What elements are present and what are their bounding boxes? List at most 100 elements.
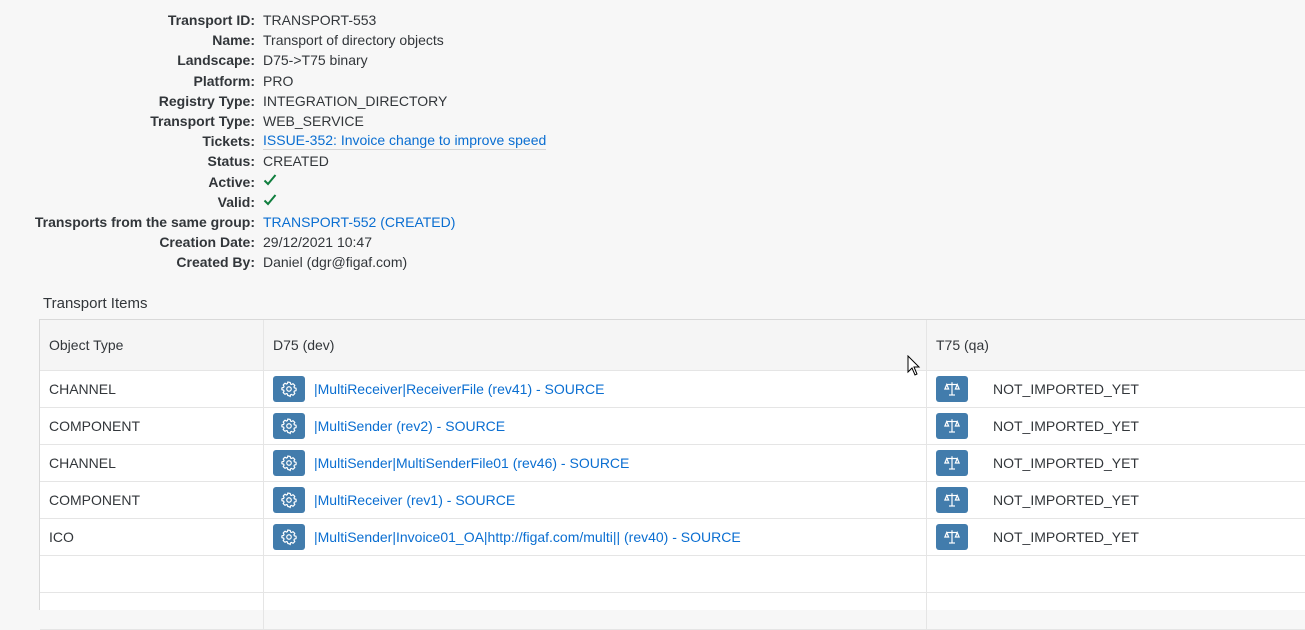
gear-icon[interactable]	[273, 524, 305, 550]
column-header-source[interactable]: D75 (dev)	[264, 320, 927, 370]
detail-value: TRANSPORT-553	[263, 12, 377, 29]
detail-value: INTEGRATION_DIRECTORY	[263, 92, 448, 109]
detail-label: Name:	[212, 32, 255, 49]
detail-row: Active:	[0, 172, 700, 192]
detail-row: Valid:	[0, 192, 700, 212]
target-cell: NOT_IMPORTED_YET	[927, 482, 1305, 518]
detail-row: Landscape: D75->T75 binary	[0, 50, 700, 70]
group-transport-link[interactable]: TRANSPORT-552 (CREATED)	[263, 214, 455, 230]
object-type: ICO	[49, 529, 74, 545]
detail-label: Transport Type:	[150, 113, 255, 130]
detail-row: Transport Type: WEB_SERVICE	[0, 111, 700, 131]
source-cell: |MultiReceiver|ReceiverFile (rev41) - SO…	[264, 371, 927, 407]
detail-label: Platform:	[193, 72, 255, 89]
detail-value: CREATED	[263, 153, 329, 170]
empty-cell	[264, 556, 927, 592]
detail-label: Landscape:	[177, 52, 255, 69]
detail-row: Creation Date: 29/12/2021 10:47	[0, 232, 700, 252]
source-cell: |MultiSender (rev2) - SOURCE	[264, 408, 927, 444]
mouse-cursor-icon	[907, 355, 921, 376]
checkmark-icon	[263, 173, 277, 190]
source-object-link[interactable]: |MultiReceiver (rev1) - SOURCE	[314, 492, 515, 508]
detail-label: Valid:	[217, 193, 255, 210]
table-header: Object Type D75 (dev) T75 (qa)	[40, 320, 1305, 371]
detail-row: Tickets: ISSUE-352: Invoice change to imp…	[0, 131, 700, 151]
target-status: NOT_IMPORTED_YET	[993, 529, 1139, 545]
detail-row: Created By: Daniel (dgr@figaf.com)	[0, 252, 700, 272]
object-type-cell: CHANNEL	[40, 371, 264, 407]
table-row: CHANNEL |MultiSender|MultiSenderFile01 (r…	[40, 445, 1305, 482]
detail-label: Registry Type:	[158, 92, 255, 109]
target-cell: NOT_IMPORTED_YET	[927, 408, 1305, 444]
source-object-link[interactable]: |MultiSender|MultiSenderFile01 (rev46) -…	[314, 455, 629, 471]
object-type-cell: COMPONENT	[40, 482, 264, 518]
detail-row: Transports from the same group: TRANSPORT…	[0, 212, 700, 232]
column-header-target[interactable]: T75 (qa)	[927, 320, 1305, 370]
detail-value: WEB_SERVICE	[263, 113, 364, 130]
transport-items-table: Object Type D75 (dev) T75 (qa) CHANNEL |M…	[39, 319, 1305, 630]
detail-label: Status:	[207, 153, 255, 170]
transport-details: Transport ID: TRANSPORT-553 Name: Transport…	[0, 10, 700, 272]
detail-row: Transport ID: TRANSPORT-553	[0, 10, 700, 30]
source-object-link[interactable]: |MultiReceiver|ReceiverFile (rev41) - SO…	[314, 381, 604, 397]
detail-label: Transport ID:	[167, 12, 255, 29]
detail-label: Active:	[208, 173, 255, 190]
balance-scale-icon[interactable]	[936, 487, 968, 513]
gear-icon[interactable]	[273, 487, 305, 513]
balance-scale-icon[interactable]	[936, 376, 968, 402]
column-header-object-type[interactable]: Object Type	[40, 320, 264, 370]
empty-table-row	[40, 556, 1305, 593]
object-type: CHANNEL	[49, 455, 116, 471]
detail-value: PRO	[263, 72, 294, 89]
source-cell: |MultiReceiver (rev1) - SOURCE	[264, 482, 927, 518]
table-row: COMPONENT |MultiReceiver (rev1) - SOURCE N…	[40, 482, 1305, 519]
source-cell: |MultiSender|Invoice01_OA|http://figaf.c…	[264, 519, 927, 555]
detail-value: 29/12/2021 10:47	[263, 234, 372, 251]
gear-icon[interactable]	[273, 413, 305, 439]
detail-row: Platform: PRO	[0, 71, 700, 91]
empty-cell	[927, 556, 1305, 592]
balance-scale-icon[interactable]	[936, 450, 968, 476]
empty-cell	[927, 593, 1305, 629]
detail-value: Daniel (dgr@figaf.com)	[263, 254, 408, 271]
detail-row: Name: Transport of directory objects	[0, 30, 700, 50]
target-status: NOT_IMPORTED_YET	[993, 418, 1139, 434]
source-object-link[interactable]: |MultiSender|Invoice01_OA|http://figaf.c…	[314, 529, 741, 545]
table-row: ICO |MultiSender|Invoice01_OA|http://figa…	[40, 519, 1305, 556]
object-type: CHANNEL	[49, 381, 116, 397]
empty-table-row	[40, 593, 1305, 630]
table-row: CHANNEL |MultiReceiver|ReceiverFile (rev4…	[40, 371, 1305, 408]
source-object-link[interactable]: |MultiSender (rev2) - SOURCE	[314, 418, 505, 434]
gear-icon[interactable]	[273, 450, 305, 476]
detail-row: Status: CREATED	[0, 151, 700, 171]
object-type: COMPONENT	[49, 492, 140, 508]
object-type-cell: COMPONENT	[40, 408, 264, 444]
balance-scale-icon[interactable]	[936, 524, 968, 550]
target-cell: NOT_IMPORTED_YET	[927, 445, 1305, 481]
empty-cell	[40, 593, 264, 629]
empty-cell	[264, 593, 927, 629]
detail-label: Transports from the same group:	[34, 213, 255, 230]
target-status: NOT_IMPORTED_YET	[993, 455, 1139, 471]
checkmark-icon	[263, 193, 277, 210]
detail-value: Transport of directory objects	[263, 32, 444, 49]
target-cell: NOT_IMPORTED_YET	[927, 519, 1305, 555]
balance-scale-icon[interactable]	[936, 413, 968, 439]
detail-label: Creation Date:	[159, 234, 255, 251]
detail-row: Registry Type: INTEGRATION_DIRECTORY	[0, 91, 700, 111]
object-type-cell: ICO	[40, 519, 264, 555]
object-type-cell: CHANNEL	[40, 445, 264, 481]
empty-cell	[40, 556, 264, 592]
detail-value: D75->T75 binary	[263, 52, 368, 69]
table-body: CHANNEL |MultiReceiver|ReceiverFile (rev4…	[40, 371, 1305, 630]
gear-icon[interactable]	[273, 376, 305, 402]
object-type: COMPONENT	[49, 418, 140, 434]
transport-items-title: Transport Items	[43, 295, 148, 312]
detail-label: Tickets:	[202, 133, 255, 150]
target-cell: NOT_IMPORTED_YET	[927, 371, 1305, 407]
detail-label: Created By:	[176, 254, 255, 271]
source-cell: |MultiSender|MultiSenderFile01 (rev46) -…	[264, 445, 927, 481]
ticket-link[interactable]: ISSUE-352: Invoice change to improve spe…	[263, 132, 547, 151]
target-status: NOT_IMPORTED_YET	[993, 381, 1139, 397]
table-row: COMPONENT |MultiSender (rev2) - SOURCE NOT…	[40, 408, 1305, 445]
